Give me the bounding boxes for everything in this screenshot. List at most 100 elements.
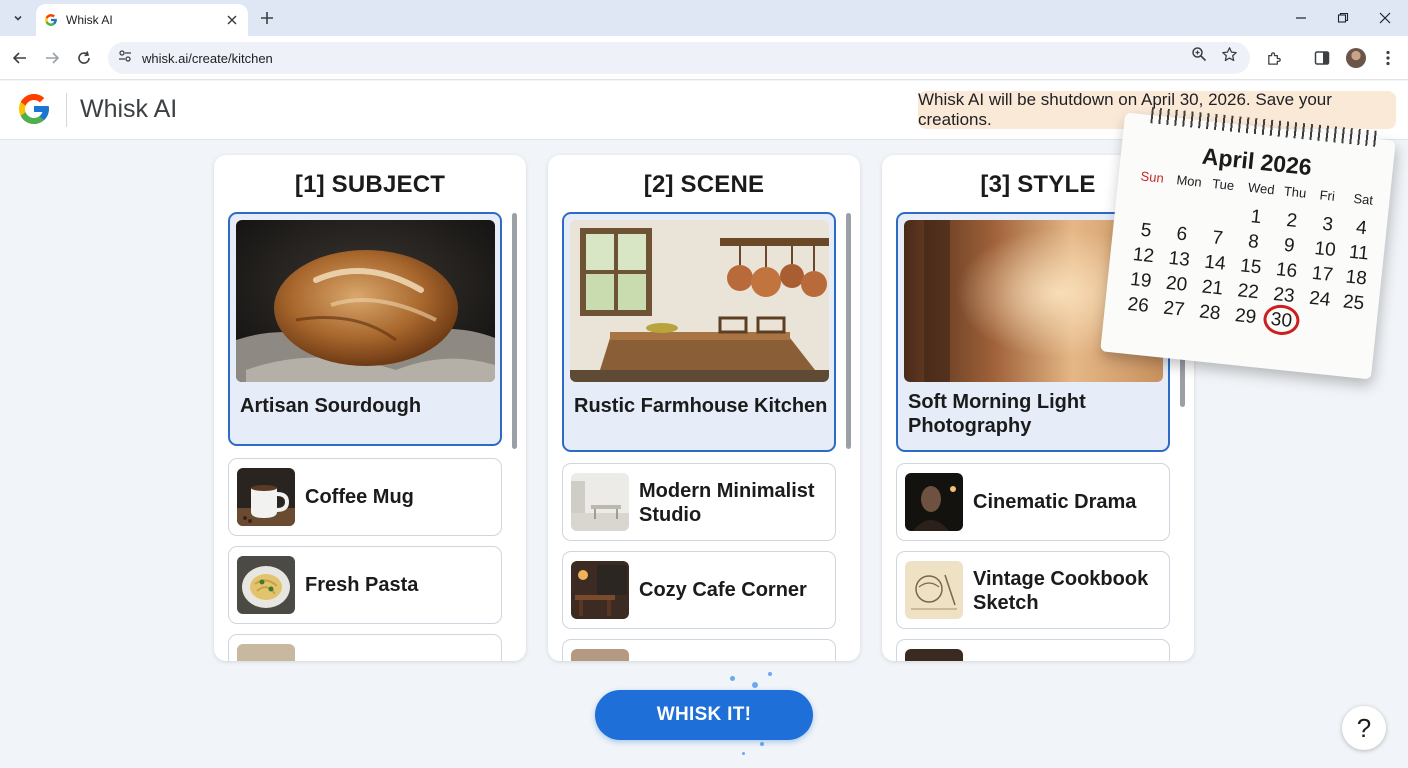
calendar-day: 5: [1139, 219, 1153, 242]
scene-panel: [2] SCENE Rustic Farmhouse Kitchen Moder…: [548, 155, 860, 661]
browser-tab[interactable]: Whisk AI: [36, 4, 248, 36]
option-card-modern-minimalist-studio[interactable]: Modern Minimalist Studio: [562, 463, 836, 541]
panel-title: [2] SCENE: [643, 171, 765, 198]
calendar-day: 16: [1275, 259, 1299, 283]
calendar-weekday: Fri: [1318, 187, 1336, 204]
close-window-icon[interactable]: [1364, 0, 1406, 36]
card-label: Coffee Mug: [305, 486, 414, 508]
calendar-day: 26: [1126, 293, 1150, 317]
menu-icon[interactable]: [1376, 46, 1400, 70]
bookmark-star-icon[interactable]: [1217, 42, 1241, 66]
calendar-day: 27: [1162, 297, 1186, 321]
calendar-day: 11: [1347, 241, 1370, 265]
sparkle: [730, 676, 735, 681]
calendar-day: 25: [1342, 291, 1366, 315]
calendar-day: 22: [1236, 280, 1260, 304]
minimize-icon[interactable]: [1280, 0, 1322, 36]
option-card-partial[interactable]: [562, 639, 836, 661]
option-card-cinematic-drama[interactable]: Cinematic Drama: [896, 463, 1170, 541]
partial-thumbnail: [905, 649, 963, 661]
option-card-coffee-mug[interactable]: Coffee Mug: [228, 458, 502, 536]
browser-toolbar: whisk.ai/create/kitchen: [0, 36, 1408, 80]
sourdough-image: [236, 220, 495, 382]
vintage-cookbook-thumbnail: [905, 561, 963, 619]
calendar-day: 10: [1313, 238, 1337, 262]
forward-icon[interactable]: [40, 46, 64, 70]
scrollbar[interactable]: [846, 213, 851, 449]
browser-tab-bar: Whisk AI: [0, 0, 1408, 36]
calendar-day: 28: [1198, 301, 1222, 325]
calendar-day: 2: [1285, 209, 1299, 232]
calendar-weekday: Wed: [1247, 179, 1276, 198]
sparkle: [742, 752, 745, 755]
card-label: Rustic Farmhouse Kitchen: [574, 395, 828, 417]
shutdown-calendar: April 2026 Sun Mon Tue Wed Thu Fri Sat 1234567…: [1100, 107, 1396, 380]
subject-panel: [1] SUBJECT Artisan Sourdough Coffee Mug…: [214, 155, 526, 661]
help-button[interactable]: ?: [1342, 706, 1386, 750]
calendar-day: 21: [1200, 276, 1225, 300]
card-label: Modern Minimalist Studio: [639, 480, 815, 526]
cinematic-drama-thumbnail: [905, 473, 963, 531]
calendar-day: 6: [1175, 223, 1189, 246]
modern-studio-thumbnail: [571, 473, 629, 531]
sparkle: [760, 742, 764, 746]
calendar-day: 15: [1239, 255, 1263, 279]
selected-card-rustic-farmhouse-kitchen[interactable]: Rustic Farmhouse Kitchen: [562, 212, 836, 452]
rustic-kitchen-image: [570, 220, 829, 382]
panel-title: [1] SUBJECT: [294, 171, 446, 198]
coffee-mug-thumbnail: [237, 468, 295, 526]
extensions-icon[interactable]: [1262, 46, 1286, 70]
calendar-day: 20: [1164, 272, 1189, 296]
calendar-weekday: Tue: [1211, 175, 1235, 194]
calendar-day: 18: [1344, 266, 1368, 290]
calendar-day: 3: [1321, 213, 1335, 236]
card-label: Artisan Sourdough: [240, 395, 422, 417]
cozy-cafe-thumbnail: [571, 561, 629, 619]
google-logo: [19, 94, 49, 124]
calendar-day: 4: [1355, 217, 1368, 240]
option-card-fresh-pasta[interactable]: Fresh Pasta: [228, 546, 502, 624]
url-text: whisk.ai/create/kitchen: [142, 50, 273, 66]
card-label: Soft Morning Light Photography: [908, 391, 1086, 437]
calendar-day: 29: [1233, 305, 1258, 329]
calendar-weekday: Sun: [1139, 168, 1165, 186]
calendar-weekday: Sat: [1352, 190, 1374, 208]
calendar-day: 19: [1129, 268, 1153, 293]
whisk-it-button[interactable]: WHISK IT!: [595, 690, 813, 740]
calendar-day: 9: [1282, 234, 1296, 257]
app-title: Whisk AI: [80, 95, 178, 123]
calendar-day: 13: [1167, 247, 1191, 271]
scrollbar[interactable]: [512, 213, 517, 449]
option-card-partial[interactable]: [896, 639, 1170, 661]
card-label: Cinematic Drama: [973, 491, 1137, 513]
new-tab-icon[interactable]: [256, 7, 278, 29]
zoom-icon[interactable]: [1187, 42, 1211, 66]
option-card-partial[interactable]: [228, 634, 502, 661]
reload-icon[interactable]: [72, 46, 96, 70]
side-panel-icon[interactable]: [1310, 46, 1334, 70]
partial-thumbnail: [237, 644, 295, 661]
option-card-cozy-cafe-corner[interactable]: Cozy Cafe Corner: [562, 551, 836, 629]
calendar-day: 1: [1249, 206, 1263, 229]
profile-avatar[interactable]: [1346, 48, 1366, 68]
sparkle: [768, 672, 772, 676]
close-tab-icon[interactable]: [224, 12, 240, 28]
address-bar[interactable]: whisk.ai/create/kitchen: [108, 42, 1250, 74]
option-card-vintage-cookbook-sketch[interactable]: Vintage Cookbook Sketch: [896, 551, 1170, 629]
restore-icon[interactable]: [1322, 0, 1364, 36]
calendar-weekday: Thu: [1283, 183, 1308, 201]
calendar-day: 8: [1247, 231, 1260, 254]
tab-title: Whisk AI: [66, 13, 113, 27]
sparkle: [752, 682, 758, 688]
selected-card-artisan-sourdough[interactable]: Artisan Sourdough: [228, 212, 502, 446]
back-icon[interactable]: [8, 46, 32, 70]
card-label: Fresh Pasta: [305, 574, 419, 596]
google-favicon: [45, 14, 57, 26]
calendar-day: 14: [1203, 251, 1227, 275]
site-info-icon[interactable]: [118, 49, 132, 68]
calendar-day: 24: [1308, 287, 1332, 311]
partial-thumbnail: [571, 649, 629, 661]
fresh-pasta-thumbnail: [237, 556, 295, 614]
header-divider: [66, 93, 67, 127]
tab-dropdown-icon[interactable]: [6, 6, 30, 30]
